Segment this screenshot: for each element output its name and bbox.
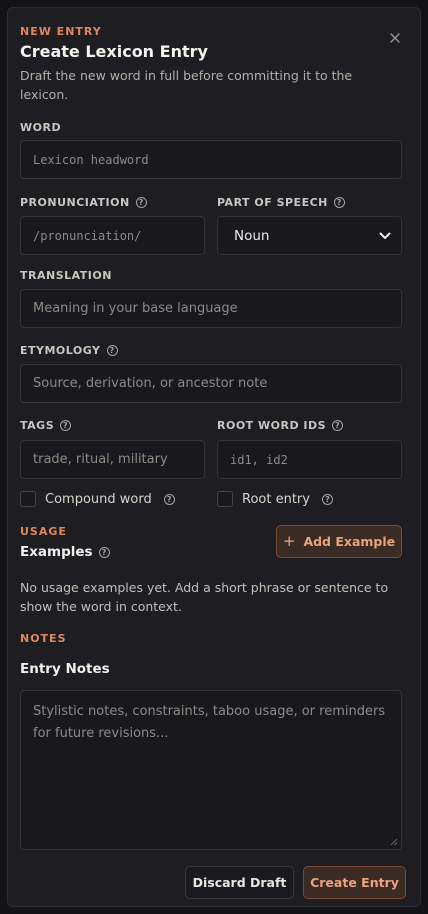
help-icon[interactable]: ? [135,197,147,208]
root-word-ids-placeholder: id1, id2 [230,452,288,467]
word-placeholder: Lexicon headword [33,152,149,167]
help-icon[interactable]: ? [163,493,175,505]
examples-heading-text: Examples [20,544,93,560]
help-icon[interactable]: ? [60,420,72,431]
pronunciation-placeholder: /pronunciation/ [33,228,142,243]
root-entry-label: Root entry [242,491,310,507]
discard-draft-button[interactable]: Discard Draft [185,866,294,899]
dialog-description: Draft the new word in full before commit… [20,68,353,102]
examples-heading: Examples ? [20,544,110,560]
usage-eyebrow: USAGE [20,525,67,538]
etymology-input[interactable]: Source, derivation, or ancestor note [20,364,402,403]
etymology-label: ETYMOLOGY ? [20,344,118,357]
word-input[interactable]: Lexicon headword [20,140,402,179]
root-word-ids-label-text: ROOT WORD IDS [217,419,327,432]
compound-word-row: Compound word ? [20,491,175,507]
part-of-speech-label-text: PART OF SPEECH [217,196,328,209]
entry-notes-placeholder: Stylistic notes, constraints, taboo usag… [33,704,386,741]
help-icon[interactable]: ? [333,197,345,208]
plus-icon: + [282,532,296,550]
tags-label-text: TAGS [20,419,55,432]
notes-eyebrow: NOTES [20,632,67,645]
add-example-button[interactable]: + Add Example [276,525,402,558]
part-of-speech-select[interactable]: Noun [217,216,402,255]
dialog-title: Create Lexicon Entry [20,42,208,61]
help-icon[interactable]: ? [106,345,118,356]
tags-input[interactable]: trade, ritual, military [20,440,205,479]
close-icon[interactable] [388,30,402,44]
tags-label: TAGS ? [20,419,72,432]
part-of-speech-value: Noun [234,227,270,244]
add-example-label: Add Example [303,534,396,549]
part-of-speech-label: PART OF SPEECH ? [217,196,345,209]
translation-label-text: TRANSLATION [20,269,112,282]
help-icon[interactable]: ? [98,546,110,558]
usage-empty-text: No usage examples yet. Add a short phras… [20,580,389,614]
create-entry-dialog: NEW ENTRY Create Lexicon Entry Draft the… [7,7,421,907]
root-entry-checkbox[interactable] [217,491,233,507]
compound-word-checkbox[interactable] [20,491,36,507]
translation-input[interactable]: Meaning in your base language [20,289,402,328]
pronunciation-input[interactable]: /pronunciation/ [20,216,205,255]
root-word-ids-label: ROOT WORD IDS ? [217,419,344,432]
word-label: WORD [20,121,61,134]
help-icon[interactable]: ? [332,420,344,431]
root-word-ids-input[interactable]: id1, id2 [217,440,402,479]
root-entry-row: Root entry ? [217,491,333,507]
etymology-label-text: ETYMOLOGY [20,344,101,357]
entry-notes-textarea[interactable]: Stylistic notes, constraints, taboo usag… [20,690,402,850]
etymology-placeholder: Source, derivation, or ancestor note [33,376,268,391]
pronunciation-label-text: PRONUNCIATION [20,196,130,209]
chevron-down-icon [379,228,391,244]
resize-handle-icon[interactable] [390,838,398,846]
dialog-eyebrow: NEW ENTRY [20,25,102,38]
compound-word-label: Compound word [45,491,152,507]
word-label-text: WORD [20,121,62,134]
translation-placeholder: Meaning in your base language [33,301,238,316]
tags-placeholder: trade, ritual, military [33,452,168,467]
pronunciation-label: PRONUNCIATION ? [20,196,147,209]
create-entry-button[interactable]: Create Entry [303,866,406,899]
help-icon[interactable]: ? [321,493,333,505]
translation-label: TRANSLATION [20,269,112,282]
entry-notes-heading: Entry Notes [20,661,110,677]
